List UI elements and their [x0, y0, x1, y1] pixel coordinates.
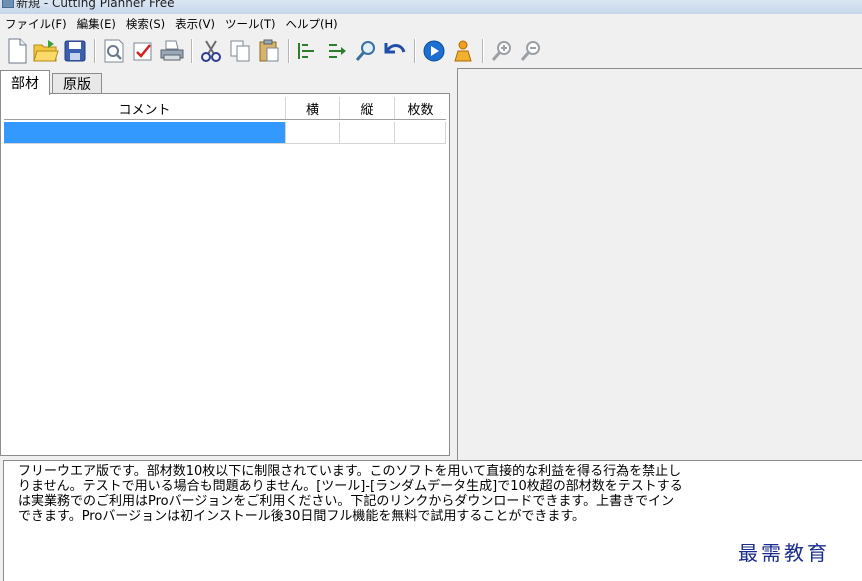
check-icon [133, 42, 152, 61]
search-icon [355, 41, 375, 61]
menu-bar: ファイル(F) 編集(E) 検索(S) 表示(V) ツール(T) ヘルプ(H) [0, 14, 862, 33]
toolbar-separator [414, 39, 416, 63]
copy-icon [230, 40, 250, 62]
run-button[interactable] [421, 37, 447, 65]
zoom-in-button[interactable] [489, 37, 515, 65]
new-file-icon [8, 38, 27, 64]
parts-grid-panel: コメント 横 縦 枚数 [0, 93, 450, 456]
column-header-width[interactable]: 横 [286, 97, 340, 119]
menu-help[interactable]: ヘルプ(H) [280, 16, 342, 32]
watermark: 最需教育 [738, 541, 830, 565]
notice-box: フリーウエア版です。部材数10枚以下に制限されています。このソフトを用いて直接的… [3, 460, 862, 581]
align-left-button[interactable] [295, 37, 321, 65]
notice-text: フリーウエア版です。部材数10枚以下に制限されています。このソフトを用いて直接的… [18, 464, 862, 524]
copy-button[interactable] [227, 37, 253, 65]
toolbar-separator [288, 39, 290, 63]
save-button[interactable] [62, 37, 88, 65]
tab-parts[interactable]: 部材 [0, 70, 50, 95]
save-icon [64, 40, 86, 62]
paste-button[interactable] [256, 37, 282, 65]
grid-header: コメント 横 縦 枚数 [4, 97, 446, 120]
zoom-out-button[interactable] [518, 37, 544, 65]
app-icon [2, 0, 14, 8]
align-left-icon [298, 43, 314, 59]
print-icon [160, 40, 184, 61]
column-header-height[interactable]: 縦 [340, 97, 395, 119]
run-icon [423, 40, 445, 62]
undo-button[interactable] [382, 37, 408, 65]
zoom-in-icon [491, 41, 511, 61]
cell-quantity[interactable] [395, 122, 446, 144]
optimize-button[interactable] [450, 37, 476, 65]
menu-edit[interactable]: 編集(E) [72, 16, 121, 32]
notice-line: フリーウエア版です。部材数10枚以下に制限されています。このソフトを用いて直接的… [18, 464, 682, 479]
menu-search[interactable]: 検索(S) [121, 16, 170, 32]
toolbar [0, 34, 862, 68]
column-header-quantity[interactable]: 枚数 [395, 97, 446, 119]
new-file-button[interactable] [4, 37, 30, 65]
notice-line: は実業務でのご利用はProバージョンをご利用ください。下記のリンクからダウンロー… [18, 494, 675, 509]
optimize-icon [454, 40, 472, 62]
toolbar-separator [191, 39, 193, 63]
check-button[interactable] [130, 37, 156, 65]
preview-button[interactable] [101, 37, 127, 65]
title-bar: 新規 - Cutting Planner Free [0, 0, 862, 14]
menu-view[interactable]: 表示(V) [170, 16, 220, 32]
align-right-icon [329, 44, 346, 58]
notice-line: できます。Proバージョンは初インストール後30日間フル機能を無料で試用すること… [18, 509, 586, 524]
zoom-out-icon [520, 41, 540, 61]
column-header-comment[interactable]: コメント [4, 97, 286, 119]
cut-button[interactable] [198, 37, 224, 65]
undo-icon [384, 43, 406, 54]
cell-height[interactable] [340, 122, 395, 144]
menu-file[interactable]: ファイル(F) [0, 16, 72, 32]
cell-width[interactable] [286, 122, 340, 144]
menu-tools[interactable]: ツール(T) [220, 16, 281, 32]
table-row[interactable] [4, 122, 446, 144]
notice-line: りません。テストで用いる場合も問題ありません。[ツール]-[ランダムデータ生成]… [18, 479, 683, 494]
toolbar-separator [482, 39, 484, 63]
align-right-button[interactable] [324, 37, 350, 65]
print-button[interactable] [159, 37, 185, 65]
window-title: 新規 - Cutting Planner Free [16, 0, 175, 10]
cut-icon [201, 40, 221, 62]
toolbar-separator [94, 39, 96, 63]
paste-icon [259, 39, 279, 62]
layout-preview-panel [457, 68, 862, 460]
search-button[interactable] [353, 37, 379, 65]
open-button[interactable] [33, 37, 59, 65]
open-folder-icon [33, 40, 59, 62]
preview-icon [104, 39, 124, 63]
cell-comment[interactable] [4, 122, 286, 144]
tab-stock[interactable]: 原版 [52, 73, 102, 94]
